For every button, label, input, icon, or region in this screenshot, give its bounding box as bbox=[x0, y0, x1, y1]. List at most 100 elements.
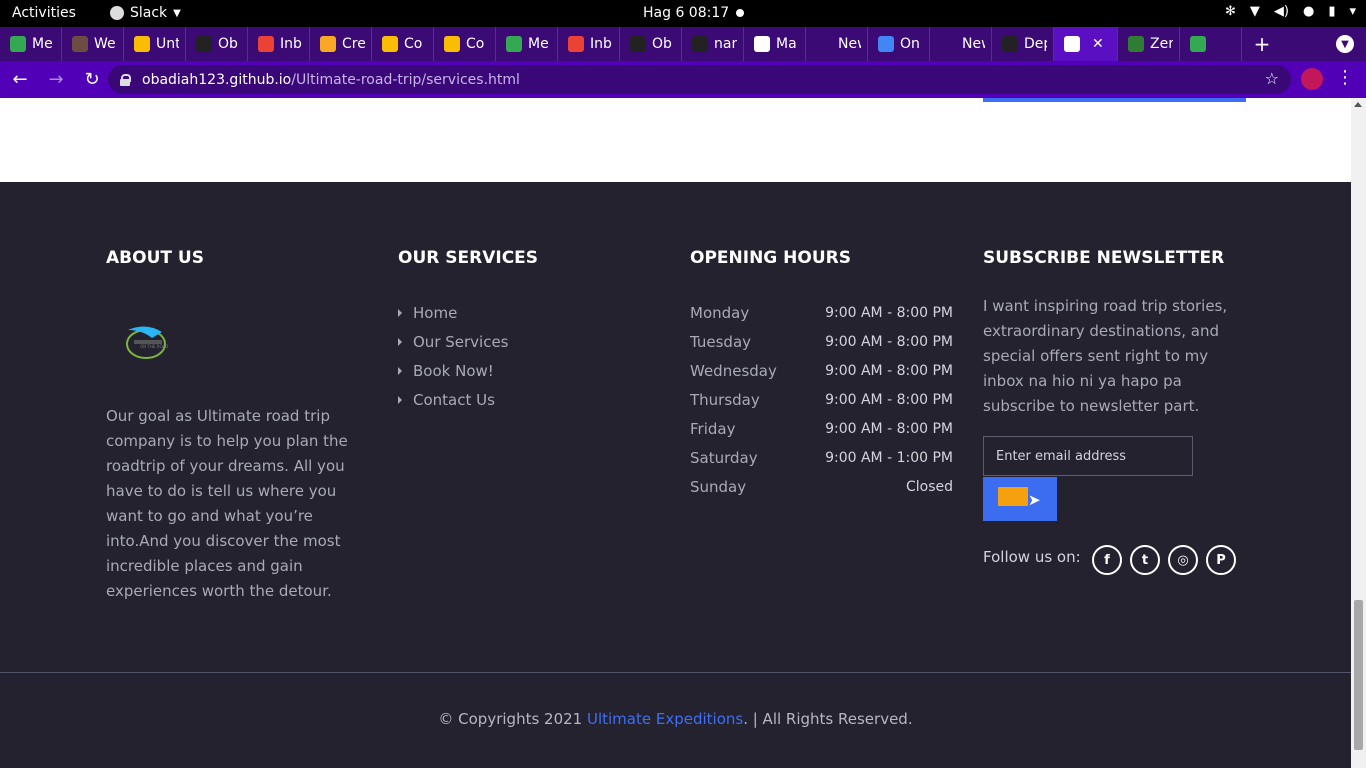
footer-about: ABOUT US ON THE ROAD Our goal as Ultimat… bbox=[106, 248, 376, 600]
microphone-icon[interactable]: ● bbox=[1303, 4, 1314, 19]
tab-favicon-icon bbox=[754, 36, 770, 52]
profile-avatar[interactable] bbox=[1301, 68, 1323, 90]
tab-title: Me bbox=[528, 36, 549, 52]
browser-menu-icon[interactable]: ⋮ bbox=[1336, 67, 1354, 88]
tab-title: Unt bbox=[156, 36, 179, 52]
page-scrollbar[interactable] bbox=[1351, 98, 1366, 768]
close-tab-icon[interactable]: ✕ bbox=[1092, 36, 1104, 52]
wifi-icon[interactable]: ▼ bbox=[1250, 4, 1260, 19]
caret-right-icon bbox=[398, 337, 402, 346]
scroll-up-icon[interactable] bbox=[1354, 102, 1362, 107]
facebook-icon[interactable]: f bbox=[1092, 545, 1122, 575]
browser-tab[interactable]: Inb bbox=[248, 27, 310, 61]
time-value: 9:00 AM - 8:00 PM bbox=[825, 362, 953, 379]
copyright-prefix: © Copyrights 2021 bbox=[438, 710, 587, 728]
browser-tab[interactable]: Ob bbox=[186, 27, 248, 61]
scrollbar-thumb[interactable] bbox=[1354, 600, 1363, 750]
browser-tab[interactable]: Cre bbox=[310, 27, 372, 61]
tab-favicon-icon bbox=[134, 36, 150, 52]
services-link-home[interactable]: Home bbox=[398, 298, 509, 327]
power-menu-icon[interactable]: ▾ bbox=[1349, 4, 1356, 19]
url-text[interactable]: obadiah123.github.io/Ultimate-road-trip/… bbox=[142, 72, 520, 88]
browser-tab[interactable]: Inb bbox=[558, 27, 620, 61]
app-menu[interactable]: Slack ▼ bbox=[110, 5, 181, 21]
paper-plane-icon: ➤ bbox=[1028, 492, 1041, 509]
system-tray[interactable]: ✻ ▼ ◀) ● ▮ ▾ bbox=[1225, 4, 1356, 19]
url-path: /Ultimate-road-trip/services.html bbox=[291, 71, 520, 88]
tab-favicon-icon bbox=[72, 36, 88, 52]
clock[interactable]: Hag 6 08:17 bbox=[643, 5, 729, 21]
about-text: Our goal as Ultimate road trip company i… bbox=[106, 407, 348, 600]
hours-row: Thursday 9:00 AM - 8:00 PM bbox=[690, 385, 953, 414]
tab-title: New T bbox=[962, 36, 985, 52]
battery-icon[interactable]: ▮ bbox=[1328, 4, 1335, 19]
day-label: Thursday bbox=[690, 390, 760, 409]
tab-title: Zer bbox=[1150, 36, 1173, 52]
caret-right-icon bbox=[398, 308, 402, 317]
day-label: Sunday bbox=[690, 477, 747, 496]
hours-row: Friday 9:00 AM - 8:00 PM bbox=[690, 414, 953, 443]
page-viewport: ABOUT US ON THE ROAD Our goal as Ultimat… bbox=[0, 98, 1351, 768]
browser-tab[interactable]: nar bbox=[682, 27, 744, 61]
hours-row: Sunday Closed bbox=[690, 472, 953, 501]
volume-icon[interactable]: ◀) bbox=[1274, 4, 1289, 19]
browser-tab[interactable]: ✕ bbox=[1054, 27, 1118, 61]
tab-title: Co bbox=[404, 36, 423, 52]
time-value: 9:00 AM - 8:00 PM bbox=[825, 304, 953, 321]
browser-tab[interactable]: Dep bbox=[992, 27, 1054, 61]
forward-button[interactable]: → bbox=[40, 64, 72, 96]
brand-link[interactable]: Ultimate Expeditions bbox=[587, 710, 743, 728]
footer-services: OUR SERVICES Home Our Services Book Now!… bbox=[398, 248, 658, 409]
reload-button[interactable]: ↻ bbox=[76, 64, 108, 96]
back-button[interactable]: ← bbox=[4, 64, 36, 96]
browser-tab[interactable]: Me bbox=[496, 27, 558, 61]
tab-favicon-icon bbox=[1064, 36, 1080, 52]
browser-tab[interactable]: On bbox=[868, 27, 930, 61]
app-name: Slack bbox=[130, 5, 168, 21]
tab-favicon-icon bbox=[10, 36, 26, 52]
pinterest-icon[interactable]: P bbox=[1206, 545, 1236, 575]
browser-tab[interactable]: Ob bbox=[620, 27, 682, 61]
activities-button[interactable]: Activities bbox=[12, 5, 76, 21]
hours-row: Saturday 9:00 AM - 1:00 PM bbox=[690, 443, 953, 472]
browser-tab[interactable]: Co bbox=[434, 27, 496, 61]
browser-toolbar: ← → ↻ obadiah123.github.io/Ultimate-road… bbox=[0, 61, 1366, 98]
footer-divider bbox=[0, 672, 1351, 673]
hours-row: Monday 9:00 AM - 8:00 PM bbox=[690, 298, 953, 327]
browser-tab[interactable]: Zer bbox=[1118, 27, 1180, 61]
browser-tab[interactable]: New T bbox=[930, 27, 992, 61]
time-value: 9:00 AM - 1:00 PM bbox=[825, 449, 953, 466]
browser-tab[interactable]: We bbox=[62, 27, 124, 61]
address-bar[interactable]: obadiah123.github.io/Ultimate-road-trip/… bbox=[108, 65, 1291, 94]
services-link-book-now[interactable]: Book Now! bbox=[398, 356, 509, 385]
new-tab-button[interactable]: + bbox=[1242, 27, 1282, 61]
browser-tab[interactable]: Co bbox=[372, 27, 434, 61]
services-link-contact-us[interactable]: Contact Us bbox=[398, 385, 509, 414]
tab-favicon-icon bbox=[630, 36, 646, 52]
browser-tab[interactable]: New T bbox=[806, 27, 868, 61]
button-edge bbox=[983, 98, 1246, 102]
browser-tab[interactable]: Unt bbox=[124, 27, 186, 61]
browser-tab[interactable]: Ma bbox=[744, 27, 806, 61]
link-label: Our Services bbox=[413, 332, 509, 351]
lock-icon[interactable] bbox=[120, 73, 131, 86]
caret-right-icon bbox=[398, 366, 402, 375]
instagram-icon[interactable]: ◎ bbox=[1168, 545, 1198, 575]
browser-tab[interactable]: Me bbox=[0, 27, 62, 61]
copyright: © Copyrights 2021 Ultimate Expeditions. … bbox=[0, 710, 1351, 728]
copyright-suffix: . | All Rights Reserved. bbox=[743, 710, 913, 728]
tab-search-icon[interactable]: ▼ bbox=[1336, 35, 1354, 53]
tab-favicon-icon bbox=[196, 36, 212, 52]
bookmark-star-icon[interactable]: ☆ bbox=[1265, 69, 1279, 88]
time-value: 9:00 AM - 8:00 PM bbox=[825, 333, 953, 350]
twitter-icon[interactable]: t bbox=[1130, 545, 1160, 575]
tab-title: Co bbox=[466, 36, 485, 52]
browser-tab[interactable] bbox=[1180, 27, 1242, 61]
link-label: Contact Us bbox=[413, 390, 495, 409]
slack-tray-icon[interactable]: ✻ bbox=[1225, 4, 1236, 19]
services-link-our-services[interactable]: Our Services bbox=[398, 327, 509, 356]
subscribe-button[interactable]: ➤ bbox=[983, 477, 1057, 521]
tab-favicon-icon bbox=[692, 36, 708, 52]
email-field[interactable] bbox=[983, 436, 1193, 476]
footer-newsletter: SUBSCRIBE NEWSLETTER I want inspiring ro… bbox=[983, 248, 1243, 575]
